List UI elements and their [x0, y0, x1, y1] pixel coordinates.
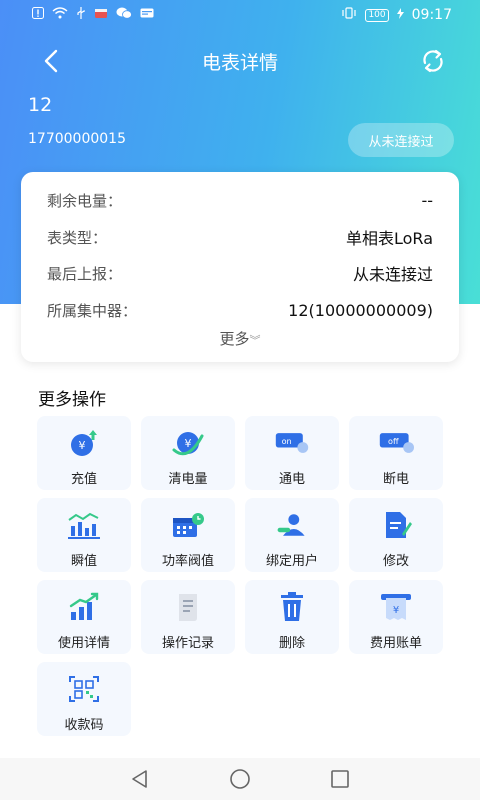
- op-clear-power[interactable]: ¥ 清电量: [141, 416, 235, 490]
- square-recents-icon: [331, 770, 349, 788]
- svg-text:¥: ¥: [79, 439, 86, 452]
- qr-code-icon: [66, 674, 102, 704]
- status-bar: 100 09:17: [0, 0, 480, 30]
- info-label: 表类型：: [47, 228, 108, 247]
- power-off-badge: off: [388, 436, 399, 446]
- op-label: 通电: [278, 472, 305, 487]
- battery-level: 100: [365, 8, 389, 22]
- app-notification-icon: [94, 7, 108, 23]
- refresh-icon: [423, 49, 443, 73]
- more-info-toggle[interactable]: 更多︾: [21, 328, 459, 349]
- info-label: 剩余电量：: [47, 191, 123, 210]
- info-value: 单相表LoRa: [346, 229, 433, 248]
- meter-phone: 17700000015: [28, 131, 126, 147]
- op-power-on[interactable]: on 通电: [245, 416, 339, 490]
- bind-user-icon: [274, 510, 310, 540]
- info-value: 从未连接过: [352, 265, 433, 284]
- op-label: 充值: [70, 472, 97, 487]
- circle-home-icon: [230, 769, 250, 789]
- meter-info-card: 剩余电量： -- 表类型： 单相表LoRa 最后上报： 从未连接过 所属集中器：…: [21, 172, 459, 362]
- status-time: 09:17: [411, 7, 452, 23]
- nav-back-button[interactable]: [120, 762, 160, 796]
- section-title: 更多操作: [38, 390, 106, 410]
- bill-icon: ¥: [378, 592, 414, 622]
- power-off-icon: off: [378, 428, 414, 458]
- op-label: 清电量: [168, 472, 208, 487]
- op-power-threshold[interactable]: 功率阀值: [141, 498, 235, 572]
- page-title: 电表详情: [201, 52, 278, 74]
- op-delete[interactable]: 删除: [245, 580, 339, 654]
- triangle-back-icon: [132, 770, 147, 788]
- more-label: 更多: [219, 330, 250, 348]
- usage-detail-icon: [66, 592, 102, 622]
- usb-icon: [76, 7, 86, 23]
- double-chevron-down-icon: ︾: [249, 334, 261, 347]
- op-bind-user[interactable]: 绑定用户: [245, 498, 339, 572]
- connection-status-badge: 从未连接过: [348, 123, 454, 157]
- op-power-off[interactable]: off 断电: [349, 416, 443, 490]
- op-label: 删除: [278, 636, 305, 651]
- svg-text:¥: ¥: [185, 437, 192, 450]
- info-row-last-report: 最后上报： 从未连接过: [47, 255, 433, 291]
- alert-icon: [32, 7, 44, 23]
- nav-home-button[interactable]: [220, 762, 260, 796]
- op-label: 费用账单: [369, 636, 422, 651]
- op-qr-code[interactable]: 收款码: [37, 662, 131, 736]
- op-label: 使用详情: [57, 636, 110, 651]
- nav-recents-button[interactable]: [320, 762, 360, 796]
- op-label: 瞬值: [70, 554, 97, 569]
- info-row-concentrator: 所属集中器： 12(10000000009): [47, 292, 433, 328]
- edit-icon: [378, 510, 414, 540]
- power-on-icon: on: [274, 428, 310, 458]
- delete-icon: [274, 592, 310, 622]
- op-instant-value[interactable]: 瞬值: [37, 498, 131, 572]
- recharge-icon: ¥: [66, 428, 102, 458]
- power-threshold-icon: [170, 510, 206, 540]
- info-value: --: [421, 190, 433, 210]
- refresh-button[interactable]: [416, 44, 450, 78]
- info-row-meter-type: 表类型： 单相表LoRa: [47, 219, 433, 255]
- op-bill[interactable]: ¥ 费用账单: [349, 580, 443, 654]
- gallery-icon: [140, 7, 154, 23]
- meter-name: 12: [28, 94, 53, 116]
- power-on-badge: on: [282, 436, 292, 446]
- vibrate-icon: [341, 7, 357, 23]
- info-label: 所属集中器：: [47, 301, 138, 320]
- op-label: 操作记录: [161, 636, 214, 651]
- op-label: 修改: [382, 554, 409, 569]
- operation-log-icon: [170, 592, 206, 622]
- info-row-remaining-power: 剩余电量： --: [47, 182, 433, 218]
- instant-value-icon: [66, 510, 102, 540]
- status-right-icons: 100 09:17: [341, 7, 452, 23]
- op-label: 绑定用户: [265, 554, 318, 569]
- op-operation-log[interactable]: 操作记录: [141, 580, 235, 654]
- svg-text:¥: ¥: [393, 605, 399, 616]
- info-label: 最后上报：: [47, 264, 123, 283]
- wechat-icon: [116, 7, 132, 23]
- op-usage-detail[interactable]: 使用详情: [37, 580, 131, 654]
- info-value: 12(10000000009): [288, 300, 433, 320]
- charging-icon: [396, 7, 404, 23]
- op-label: 收款码: [64, 718, 104, 733]
- clear-power-icon: ¥: [170, 428, 206, 458]
- op-recharge[interactable]: ¥ 充值: [37, 416, 131, 490]
- system-navigation-bar: [0, 758, 480, 800]
- op-edit[interactable]: 修改: [349, 498, 443, 572]
- wifi-icon: [52, 7, 68, 23]
- status-left-icons: [32, 7, 154, 23]
- op-label: 功率阀值: [161, 554, 214, 569]
- op-label: 断电: [382, 472, 409, 487]
